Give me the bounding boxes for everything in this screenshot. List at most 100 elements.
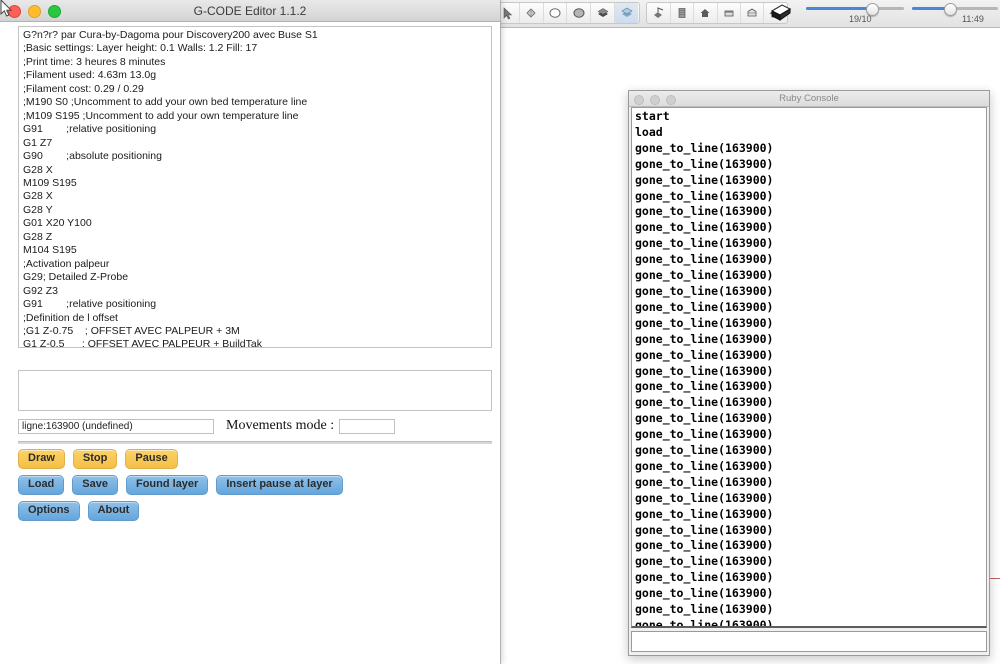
ruby-console-line: gone_to_line(163900) [635, 395, 774, 410]
ruby-console-line: gone_to_line(163900) [635, 188, 774, 203]
ruby-minimize-button[interactable] [650, 95, 660, 105]
ruby-console-line: gone_to_line(163900) [635, 490, 774, 505]
gcode-editor-titlebar[interactable]: G-CODE Editor 1.1.2 [0, 0, 500, 22]
eraser-cube-icon[interactable] [766, 2, 794, 24]
gcode-editor-window[interactable]: G-CODE Editor 1.1.2 G?n?r? par Cura-by-D… [0, 0, 501, 664]
ruby-console-line: gone_to_line(163900) [635, 363, 774, 378]
ruby-console-line: gone_to_line(163900) [635, 586, 774, 601]
ruby-console-line: gone_to_line(163900) [635, 268, 774, 283]
status-row: ligne:163900 (undefined) Movements mode … [18, 418, 492, 434]
gcode-line: G1 Z7 [23, 136, 53, 149]
time-slider-label: 11:49 [962, 14, 984, 24]
insert-pause-at-layer-button[interactable]: Insert pause at layer [216, 475, 343, 495]
button-row-primary: Draw Stop Pause [18, 449, 492, 469]
ruby-console-line: gone_to_line(163900) [635, 411, 774, 426]
save-button[interactable]: Save [72, 475, 118, 495]
gcode-line: ;M109 S195 ;Uncomment to add your own te… [23, 109, 299, 122]
ruby-console-line: gone_to_line(163900) [635, 172, 774, 187]
button-panel: Draw Stop Pause Load Save Found layer In… [18, 449, 492, 527]
gcode-line: ;M190 S0 ;Uncomment to add your own bed … [23, 96, 308, 109]
ruby-console-titlebar[interactable]: Ruby Console [629, 91, 989, 107]
message-text-area[interactable] [18, 370, 492, 411]
component-browser-icon[interactable] [671, 3, 695, 23]
line-status-field[interactable]: ligne:163900 (undefined) [18, 418, 214, 434]
about-button[interactable]: About [87, 501, 140, 521]
ruby-console-line: gone_to_line(163900) [635, 570, 774, 585]
ruby-window-controls [634, 95, 676, 105]
materials-icon[interactable] [648, 3, 672, 23]
date-slider[interactable]: 19/10 [806, 3, 904, 25]
outliner-home-icon[interactable] [694, 3, 718, 23]
time-slider[interactable]: 11:49 [912, 3, 1000, 25]
gcode-line: G01 X20 Y100 [23, 217, 92, 230]
gcode-line: G91 ;relative positioning [23, 123, 157, 136]
gcode-line: G29; Detailed Z-Probe [23, 271, 129, 284]
gcode-line: M104 S195 [23, 244, 77, 257]
found-layer-button[interactable]: Found layer [125, 475, 209, 495]
ruby-console-title: Ruby Console [779, 93, 839, 104]
date-slider-label: 19/10 [849, 14, 872, 24]
ruby-console-output[interactable]: start load gone_to_line(163900) gone_to_lin… [631, 107, 987, 628]
date-slider-fill [806, 7, 872, 10]
separator [18, 441, 492, 444]
gcode-line: ;Definition de l offset [23, 311, 118, 324]
gcode-line: ;Basic settings: Layer height: 0.1 Walls… [23, 42, 258, 55]
shadows-icon[interactable] [741, 3, 764, 23]
component-icon[interactable] [615, 3, 638, 23]
ruby-console-line: gone_to_line(163900) [635, 156, 774, 171]
gcode-line: G1 Z-0.5 ; OFFSET AVEC PALPEUR + BuildTa… [23, 338, 262, 348]
circle-shape-icon[interactable] [544, 3, 568, 23]
ruby-console-line: gone_to_line(163900) [635, 554, 774, 569]
scenes-icon[interactable] [718, 3, 741, 23]
gcode-line: G?n?r? par Cura-by-Dagoma pour Discovery… [23, 29, 318, 41]
ruby-zoom-button[interactable] [666, 95, 676, 105]
movements-mode-input[interactable] [339, 418, 396, 434]
ruby-console-line: start [635, 109, 670, 123]
minimize-button[interactable] [28, 5, 41, 18]
gcode-line: ;G1 Z-0.75 ; OFFSET AVEC PALPEUR + 3M [23, 324, 240, 337]
ruby-console-line: gone_to_line(163900) [635, 140, 774, 155]
ruby-console-window[interactable]: Ruby Console start load gone_to_line(16390… [628, 90, 990, 656]
ruby-console-line: gone_to_line(163900) [635, 252, 774, 267]
ruby-console-line: gone_to_line(163900) [635, 283, 774, 298]
ruby-console-line: gone_to_line(163900) [635, 315, 774, 330]
time-slider-knob[interactable] [944, 3, 957, 16]
gcode-line: G28 X [23, 163, 53, 176]
pause-button[interactable]: Pause [125, 449, 178, 469]
layers-icon[interactable] [591, 3, 616, 23]
gcode-line: G28 Y [23, 203, 53, 216]
load-button[interactable]: Load [18, 475, 65, 495]
stop-button[interactable]: Stop [72, 449, 118, 469]
gcode-editor-title: G-CODE Editor 1.1.2 [193, 3, 307, 18]
ruby-console-line: gone_to_line(163900) [635, 602, 774, 617]
ruby-close-button[interactable] [634, 95, 644, 105]
ruby-console-line: gone_to_line(163900) [635, 427, 774, 442]
draw-button[interactable]: Draw [18, 449, 65, 469]
ruby-console-line: gone_to_line(163900) [635, 204, 774, 219]
gcode-line: G91 ;relative positioning [23, 298, 157, 311]
ruby-console-line: gone_to_line(163900) [635, 379, 774, 394]
paint-bucket-icon[interactable] [520, 3, 544, 23]
ruby-console-line: gone_to_line(163900) [635, 236, 774, 251]
gcode-text-area[interactable]: G?n?r? par Cura-by-Dagoma pour Discovery… [18, 26, 492, 348]
ruby-console-input[interactable] [631, 631, 987, 652]
gcode-line: M109 S195 [23, 176, 77, 189]
ruby-console-line: gone_to_line(163900) [635, 458, 774, 473]
zoom-button[interactable] [48, 5, 61, 18]
ruby-console-line: gone_to_line(163900) [635, 474, 774, 489]
gcode-line: ;Print time: 3 heures 8 minutes [23, 55, 166, 68]
ruby-console-line: gone_to_line(163900) [635, 522, 774, 537]
ruby-console-line: gone_to_line(163900) [635, 538, 774, 553]
gcode-line: G28 Z [23, 230, 53, 243]
button-row-misc: Options About [18, 501, 492, 521]
gcode-editor-body: G?n?r? par Cura-by-Dagoma pour Discovery… [0, 22, 500, 664]
options-button[interactable]: Options [18, 501, 80, 521]
toolbar-group-drawing [494, 2, 640, 24]
mouse-cursor-icon [0, 0, 16, 20]
ruby-console-line: gone_to_line(163900) [635, 618, 774, 628]
gcode-line: G28 X [23, 190, 53, 203]
ruby-console-line: gone_to_line(163900) [635, 506, 774, 521]
solid-shape-icon[interactable] [567, 3, 592, 23]
button-row-file: Load Save Found layer Insert pause at la… [18, 475, 492, 495]
gcode-line: ;Filament cost: 0.29 / 0.29 [23, 82, 144, 95]
